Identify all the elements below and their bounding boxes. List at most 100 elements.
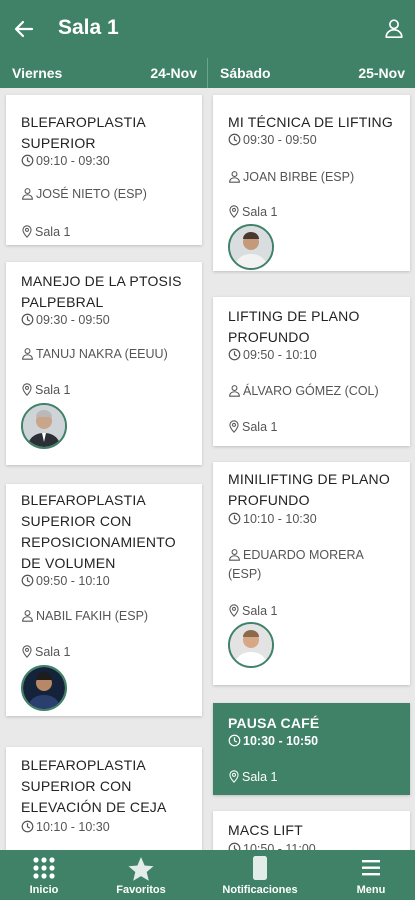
session-card[interactable]: MANEJO DE LA PTOSIS PALPEBRAL 09:30 - 09… [6, 262, 202, 465]
speaker-avatar [21, 665, 67, 711]
nav-notifications-label: Notificaciones [222, 884, 298, 896]
session-room: Sala 1 [21, 225, 70, 239]
back-arrow-icon[interactable] [12, 17, 36, 41]
room-text: Sala 1 [242, 420, 278, 434]
time-text: 09:30 - 09:50 [36, 313, 110, 327]
day-weekday: Viernes [12, 65, 63, 81]
session-card[interactable]: BLEFAROPLASTIA SUPERIOR CON REPOSICIONAM… [6, 484, 202, 716]
session-speaker: JOAN BIRBE (ESP) [228, 170, 354, 184]
session-title: MACS LIFT [228, 822, 303, 838]
break-card[interactable]: PAUSA CAFÉ 10:30 - 10:50 Sala 1 [213, 703, 410, 795]
person-icon [229, 549, 240, 561]
clock-icon [21, 154, 34, 167]
room-text: Sala 1 [35, 645, 71, 659]
clock-icon [21, 820, 34, 833]
grid-icon [33, 857, 55, 879]
room-text: Sala 1 [242, 604, 278, 618]
location-pin-icon [229, 770, 239, 783]
session-speaker: JOSÉ NIETO (ESP) [21, 187, 147, 201]
phone-icon [253, 856, 267, 880]
clock-icon [228, 734, 241, 747]
clock-icon [21, 313, 34, 326]
clock-icon [228, 133, 241, 146]
location-pin-icon [22, 383, 32, 396]
clock-icon [228, 512, 241, 525]
person-icon [22, 188, 33, 200]
session-title: MINILIFTING DE PLANO PROFUNDO [228, 471, 390, 508]
day-date: 25-Nov [358, 65, 405, 81]
clock-icon [228, 348, 241, 361]
session-time: 10:10 - 10:30 [228, 512, 317, 526]
room-text: Sala 1 [242, 205, 278, 219]
speaker-text: JOAN BIRBE (ESP) [243, 170, 355, 184]
session-room: Sala 1 [21, 383, 70, 397]
session-title: MANEJO DE LA PTOSIS PALPEBRAL [21, 273, 182, 310]
speaker-text: ÁLVARO GÓMEZ (COL) [243, 384, 379, 398]
nav-favorites-label: Favoritos [116, 884, 166, 896]
session-card[interactable]: BLEFAROPLASTIA SUPERIOR 09:10 - 09:30 JO… [6, 95, 202, 245]
session-card[interactable]: BLEFAROPLASTIA SUPERIOR CON ELEVACIÓN DE… [6, 747, 202, 850]
session-time: 09:50 - 10:10 [228, 348, 317, 362]
session-title: PAUSA CAFÉ [228, 715, 320, 731]
time-text: 10:10 - 10:30 [243, 512, 317, 526]
nav-home-label: Inicio [29, 884, 59, 896]
speaker-text: EDUARDO MORERA (ESP) [228, 548, 364, 581]
room-text: Sala 1 [242, 770, 278, 784]
location-pin-icon [22, 225, 32, 238]
speaker-avatar [228, 224, 274, 270]
hamburger-menu-icon [362, 860, 380, 876]
session-title: LIFTING DE PLANO PROFUNDO [228, 308, 360, 345]
time-text: 09:10 - 09:30 [36, 154, 110, 168]
nav-home[interactable]: Inicio [0, 850, 94, 900]
session-time: 09:10 - 09:30 [21, 154, 110, 168]
speaker-text: JOSÉ NIETO (ESP) [36, 187, 147, 201]
day-date: 24-Nov [150, 65, 197, 81]
session-speaker: NABIL FAKIH (ESP) [21, 609, 148, 623]
session-room: Sala 1 [228, 604, 277, 618]
user-icon[interactable] [383, 17, 405, 39]
nav-menu-label: Menu [356, 884, 386, 896]
session-title: MI TÉCNICA DE LIFTING [228, 114, 393, 130]
session-time: 10:50 - 11:00 [228, 842, 316, 850]
session-time: 10:10 - 10:30 [21, 820, 110, 834]
time-text: 09:50 - 10:10 [243, 348, 317, 362]
location-pin-icon [229, 420, 239, 433]
nav-menu[interactable]: Menu [321, 850, 415, 900]
session-card[interactable]: MI TÉCNICA DE LIFTING 09:30 - 09:50 JOAN… [213, 95, 410, 271]
session-speaker: TANUJ NAKRA (EEUU) [21, 347, 168, 361]
session-card[interactable]: LIFTING DE PLANO PROFUNDO 09:50 - 10:10 … [213, 297, 410, 446]
room-text: Sala 1 [35, 383, 71, 397]
person-icon [229, 385, 240, 397]
time-text: 10:30 - 10:50 [243, 734, 319, 748]
session-card[interactable]: MACS LIFT 10:50 - 11:00 [213, 811, 410, 850]
person-icon [22, 348, 33, 360]
session-speaker: EDUARDO MORERA (ESP) [228, 546, 398, 584]
location-pin-icon [229, 205, 239, 218]
nav-notifications[interactable]: Notificaciones [210, 850, 310, 900]
session-time: 10:30 - 10:50 [228, 734, 318, 748]
time-text: 09:30 - 09:50 [243, 133, 317, 147]
session-time: 09:50 - 10:10 [21, 574, 110, 588]
time-text: 10:50 - 11:00 [243, 842, 316, 850]
speaker-avatar [228, 622, 274, 668]
nav-favorites[interactable]: Favoritos [91, 850, 191, 900]
schedule-column-right: MI TÉCNICA DE LIFTING 09:30 - 09:50 JOAN… [208, 88, 415, 850]
star-icon [128, 857, 154, 881]
location-pin-icon [22, 645, 32, 658]
page-title: Sala 1 [58, 16, 119, 39]
session-room: Sala 1 [228, 205, 277, 219]
session-title: BLEFAROPLASTIA SUPERIOR CON REPOSICIONAM… [21, 492, 176, 571]
day-header-right: Sábado 25-Nov [208, 58, 415, 88]
person-icon [229, 171, 240, 183]
person-icon [22, 610, 33, 622]
speaker-avatar [21, 403, 67, 449]
session-time: 09:30 - 09:50 [21, 313, 110, 327]
session-title: BLEFAROPLASTIA SUPERIOR [21, 114, 146, 151]
time-text: 10:10 - 10:30 [36, 820, 110, 834]
day-header-left: Viernes 24-Nov [0, 58, 207, 88]
bottom-navigation: Inicio Favoritos Notificaciones Menu [0, 850, 415, 900]
session-room: Sala 1 [21, 645, 70, 659]
clock-icon [228, 842, 241, 850]
session-card[interactable]: MINILIFTING DE PLANO PROFUNDO 10:10 - 10… [213, 462, 410, 685]
session-speaker: ÁLVARO GÓMEZ (COL) [228, 384, 379, 398]
